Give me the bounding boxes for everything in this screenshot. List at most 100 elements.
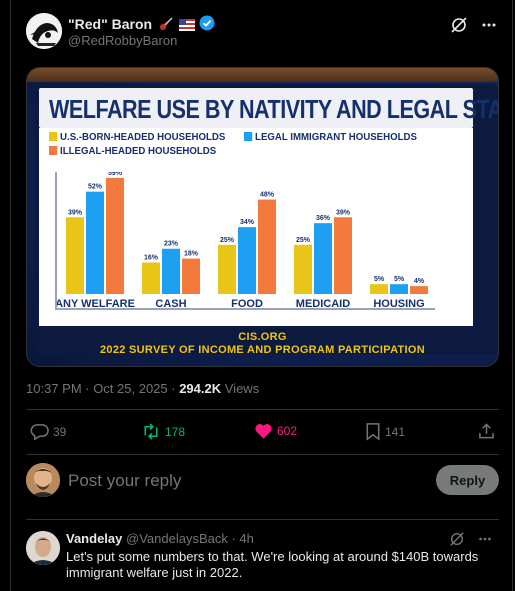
views-label: Views <box>224 381 260 396</box>
reply-composer: Post your reply Reply <box>26 461 499 506</box>
bookmark-count: 141 <box>385 424 406 439</box>
legend-illegal: ILLEGAL-HEADED HOUSEHOLDS <box>49 145 216 157</box>
reply-text: Let's put some numbers to that. We're lo… <box>66 549 479 580</box>
views-count: 294.2K <box>179 381 222 396</box>
user-avatar-icon <box>26 463 60 497</box>
reply-avatar-icon <box>26 531 60 565</box>
divider <box>26 519 499 520</box>
tv-frame-top <box>27 68 498 82</box>
bar-value-label: 39% <box>336 209 351 216</box>
bookmark-action[interactable]: 141 <box>365 422 405 441</box>
reply-action[interactable]: 39 <box>30 422 66 441</box>
bar-cash-0 <box>142 262 160 294</box>
bar-value-label: 34% <box>240 219 255 226</box>
legend-swatch <box>244 132 253 141</box>
category-label: ANY WELFARE <box>57 298 135 310</box>
source-line-1: CIS.ORG <box>238 331 287 343</box>
bar-value-label: 39% <box>68 209 83 216</box>
legend-swatch <box>49 132 58 141</box>
reply-bubble-icon <box>30 424 49 441</box>
grok-icon[interactable] <box>449 531 465 547</box>
bar-value-label: 16% <box>144 255 159 262</box>
like-count: 602 <box>277 424 298 438</box>
legend-swatch <box>49 146 58 155</box>
source-line-2: 2022 SURVEY OF INCOME AND PROGRAM PARTIC… <box>100 344 425 356</box>
bar-food-2 <box>258 199 276 294</box>
author-badges <box>159 15 215 34</box>
tweet-action-bar: 39 178 602 141 <box>26 410 499 454</box>
tweet-timestamp[interactable]: 10:37 PM · Oct 25, 2025 · <box>26 381 176 396</box>
reply-header-actions <box>449 531 493 547</box>
category-label: HOUSING <box>373 298 424 310</box>
bookmark-icon <box>366 423 380 441</box>
us-flag-icon <box>178 19 195 31</box>
bar-value-label: 48% <box>260 192 275 199</box>
bar-value-label: 36% <box>316 215 331 222</box>
author-avatar[interactable] <box>26 13 62 49</box>
more-options-icon[interactable] <box>480 16 498 34</box>
divider <box>26 454 499 455</box>
bar-chart-svg: 39% 52% 59% ANY WELFARE 16% 23% 18% CASH 25% 34% 4… <box>55 170 428 310</box>
more-options-icon[interactable] <box>477 531 493 547</box>
share-icon <box>479 423 494 439</box>
bar-medicaid-1 <box>314 223 332 294</box>
repost-count: 178 <box>165 424 186 439</box>
share-action[interactable] <box>478 422 495 440</box>
reply-author-name[interactable]: Vandelay <box>66 531 122 546</box>
repost-icon <box>144 423 158 440</box>
bar-housing-0 <box>370 284 388 294</box>
current-user-avatar[interactable] <box>26 463 60 497</box>
bar-housing-1 <box>390 284 408 294</box>
bar-any-welfare-2 <box>106 177 124 294</box>
like-action[interactable]: 602 <box>254 422 297 440</box>
bar-cash-1 <box>162 248 180 294</box>
chart-panel: U.S.-BORN-HEADED HOUSEHOLDS LEGAL IMMIGR… <box>39 128 473 326</box>
tweet-author-row: "Red" Baron @RedRobbyBaron <box>26 12 506 52</box>
bar-food-0 <box>218 244 236 294</box>
legend-legal-immigrant: LEGAL IMMIGRANT HOUSEHOLDS <box>244 131 417 143</box>
grok-icon[interactable] <box>450 16 468 34</box>
bar-value-label: 23% <box>164 241 179 248</box>
reply-tweet[interactable]: Vandelay @VandelaysBack · 4h Let's put s… <box>26 529 499 591</box>
bar-value-label: 5% <box>394 276 405 283</box>
bar-value-label: 25% <box>220 237 235 244</box>
reply-count: 39 <box>53 424 67 439</box>
chart-board: WELFARE USE BY NATIVITY AND LEGAL STATUS… <box>35 84 498 357</box>
reply-header: Vandelay @VandelaysBack · 4h <box>66 531 254 546</box>
author-handle[interactable]: @RedRobbyBaron <box>68 33 177 48</box>
legend-us-born: U.S.-BORN-HEADED HOUSEHOLDS <box>49 131 225 143</box>
reply-button[interactable]: Reply <box>436 465 499 495</box>
reply-author-avatar[interactable] <box>26 531 60 565</box>
bar-housing-2 <box>410 286 428 294</box>
reply-input[interactable]: Post your reply <box>68 471 181 491</box>
bar-value-label: 18% <box>184 251 199 258</box>
bar-medicaid-0 <box>294 244 312 294</box>
category-label: FOOD <box>231 298 263 310</box>
bar-any-welfare-0 <box>66 217 84 294</box>
chart-title-strip: WELFARE USE BY NATIVITY AND LEGAL STATUS <box>39 88 498 128</box>
bar-value-label: 59% <box>108 172 123 177</box>
tweet-meta: 10:37 PM · Oct 25, 2025 · 294.2K Views <box>26 381 259 396</box>
verified-badge-icon <box>199 15 215 31</box>
repost-action[interactable]: 178 <box>141 422 185 441</box>
chart-title: WELFARE USE BY NATIVITY AND LEGAL STATUS <box>49 94 499 124</box>
reply-handle-time[interactable]: @VandelaysBack · 4h <box>126 531 254 546</box>
bar-value-label: 52% <box>88 184 103 191</box>
bar-value-label: 5% <box>374 276 385 283</box>
category-label: MEDICAID <box>296 298 350 310</box>
bar-value-label: 4% <box>414 278 425 285</box>
bar-any-welfare-1 <box>86 191 104 294</box>
bar-food-1 <box>238 227 256 294</box>
heart-filled-icon <box>255 424 272 439</box>
header-actions <box>450 16 498 34</box>
bar-value-label: 25% <box>296 237 311 244</box>
bar-cash-2 <box>182 258 200 294</box>
category-label: CASH <box>155 298 186 310</box>
chart-plot-area: 39% 52% 59% ANY WELFARE 16% 23% 18% CASH 25% 34% 4… <box>55 170 435 310</box>
author-name[interactable]: "Red" Baron <box>68 15 215 34</box>
chart-source: CIS.ORG 2022 SURVEY OF INCOME AND PROGRA… <box>35 331 490 357</box>
tweet-media-image[interactable]: WELFARE USE BY NATIVITY AND LEGAL STATUS… <box>26 67 499 367</box>
bar-medicaid-2 <box>334 217 352 294</box>
guitar-icon <box>159 17 173 30</box>
baron-avatar-icon <box>26 13 62 49</box>
